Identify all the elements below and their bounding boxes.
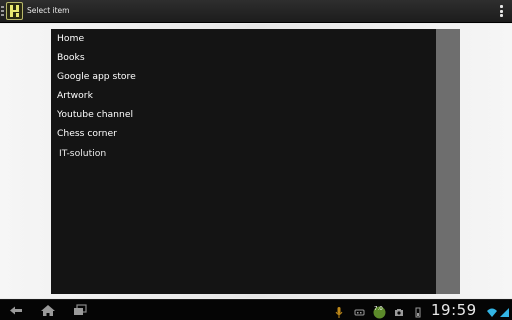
scrollbar-track[interactable] bbox=[436, 29, 460, 294]
notification-badge[interactable]: 7.0 bbox=[373, 304, 386, 319]
camera-icon[interactable] bbox=[394, 304, 404, 317]
back-icon[interactable] bbox=[9, 304, 25, 317]
list-item-label: Chess corner bbox=[57, 128, 117, 139]
list-item-it-solution[interactable]: IT-solution bbox=[51, 145, 434, 163]
microphone-icon[interactable] bbox=[335, 304, 343, 318]
up-indicator-icon[interactable] bbox=[1, 6, 4, 16]
notification-badge-text: 7.0 bbox=[374, 306, 383, 312]
list-item-home[interactable]: Home bbox=[51, 30, 434, 48]
wifi-icon[interactable] bbox=[487, 304, 497, 317]
page-title: Select item bbox=[27, 6, 70, 15]
list-item-google-app-store[interactable]: Google app store bbox=[51, 68, 434, 86]
recent-apps-icon[interactable] bbox=[72, 304, 88, 317]
home-icon[interactable] bbox=[40, 304, 56, 317]
list-item-youtube-channel[interactable]: Youtube channel bbox=[51, 106, 434, 124]
overflow-menu-icon[interactable] bbox=[500, 5, 503, 17]
list-item-label: Artwork bbox=[57, 90, 93, 101]
app-logo-icon[interactable] bbox=[6, 2, 23, 20]
list-item-label: Youtube channel bbox=[57, 109, 134, 120]
list-item-label: Google app store bbox=[57, 71, 136, 82]
list-item-label: IT-solution bbox=[59, 148, 107, 159]
clock[interactable]: 19:59 bbox=[431, 301, 477, 319]
list-item-label: Home bbox=[57, 33, 85, 44]
signal-battery-icon[interactable] bbox=[499, 304, 510, 317]
list-item-books[interactable]: Books bbox=[51, 49, 434, 67]
system-bar: 7.0 19:59 bbox=[0, 299, 512, 320]
usb-icon[interactable] bbox=[354, 304, 366, 317]
list-item-chess-corner[interactable]: Chess corner bbox=[51, 125, 434, 143]
list-item-artwork[interactable]: Artwork bbox=[51, 87, 434, 105]
action-bar: Select item bbox=[0, 0, 512, 23]
list-item-label: Books bbox=[57, 52, 85, 63]
item-list: Home Books Google app store Artwork Yout… bbox=[51, 29, 436, 294]
storage-icon[interactable] bbox=[414, 304, 422, 318]
